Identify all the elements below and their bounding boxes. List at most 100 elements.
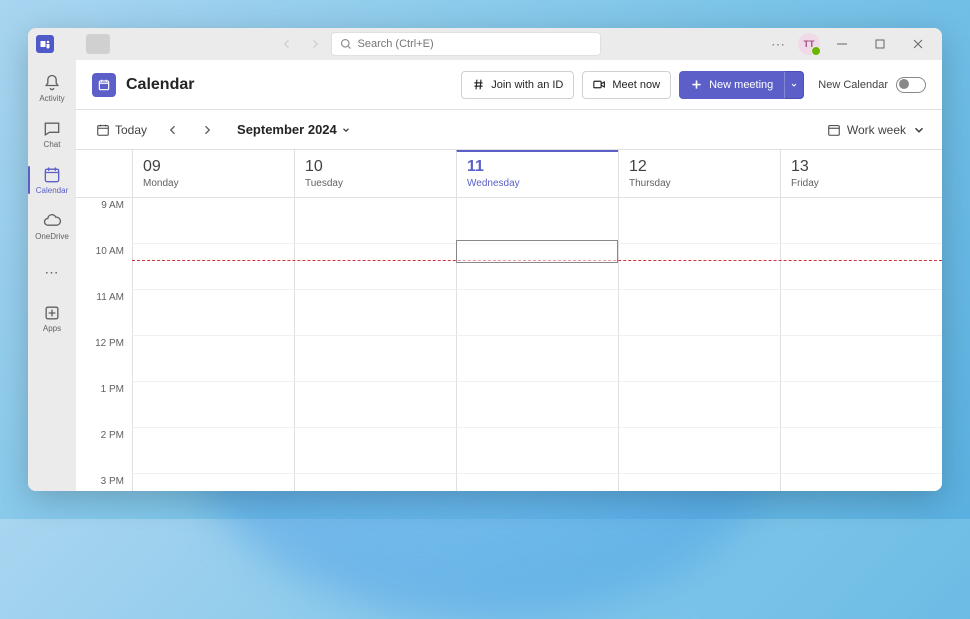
time-body[interactable]: 9 AM10 AM11 AM12 PM1 PM2 PM3 PM xyxy=(76,198,942,491)
day-number: 13 xyxy=(791,158,932,176)
time-slot[interactable] xyxy=(456,198,618,244)
workspace-switcher[interactable] xyxy=(86,34,110,54)
time-slot[interactable] xyxy=(294,198,456,244)
app-rail: Activity Chat Calendar OneDrive ⋯ Apps xyxy=(28,60,76,491)
time-slot[interactable] xyxy=(132,336,294,382)
view-label: Work week xyxy=(847,123,906,137)
calendar-icon xyxy=(42,165,62,185)
nav-back-button[interactable] xyxy=(275,32,299,56)
new-calendar-toggle[interactable] xyxy=(896,77,926,93)
maximize-button[interactable] xyxy=(864,32,896,56)
time-slot[interactable] xyxy=(618,244,780,290)
day-name: Friday xyxy=(791,178,932,189)
new-meeting-button[interactable]: New meeting xyxy=(679,71,784,99)
time-slot[interactable] xyxy=(132,382,294,428)
time-slot[interactable] xyxy=(132,474,294,491)
today-label: Today xyxy=(115,123,147,137)
search-box[interactable] xyxy=(331,32,601,56)
time-slot[interactable] xyxy=(294,290,456,336)
today-icon xyxy=(96,123,110,137)
time-slot[interactable] xyxy=(294,474,456,491)
month-picker[interactable]: September 2024 xyxy=(237,122,351,137)
day-header[interactable]: 13 Friday xyxy=(780,150,942,197)
time-slot[interactable] xyxy=(132,198,294,244)
time-slot[interactable] xyxy=(456,474,618,491)
titlebar-more-button[interactable]: ⋯ xyxy=(765,32,792,57)
time-row: 9 AM xyxy=(76,198,942,244)
avatar[interactable]: TT xyxy=(798,33,820,55)
time-slot[interactable] xyxy=(456,382,618,428)
rail-label: Calendar xyxy=(36,186,68,195)
time-slot[interactable] xyxy=(132,428,294,474)
day-header[interactable]: 09Monday xyxy=(132,150,294,197)
chevron-down-icon xyxy=(790,81,798,89)
day-header[interactable]: 10Tuesday xyxy=(294,150,456,197)
time-slot[interactable] xyxy=(132,244,294,290)
time-slot[interactable] xyxy=(456,428,618,474)
time-row: 2 PM xyxy=(76,428,942,474)
rail-calendar[interactable]: Calendar xyxy=(28,158,76,202)
new-meeting-dropdown[interactable] xyxy=(784,71,804,99)
time-slot[interactable] xyxy=(780,474,942,491)
time-slot[interactable] xyxy=(618,198,780,244)
more-dots-icon: ⋯ xyxy=(45,264,60,281)
rail-apps[interactable]: Apps xyxy=(28,296,76,340)
time-slot[interactable] xyxy=(294,428,456,474)
close-button[interactable] xyxy=(902,32,934,56)
time-row: 3 PM xyxy=(76,474,942,491)
rail-activity[interactable]: Activity xyxy=(28,66,76,110)
time-slot[interactable] xyxy=(618,382,780,428)
bell-icon xyxy=(42,73,62,93)
day-number: 10 xyxy=(305,158,446,176)
time-label: 10 AM xyxy=(76,244,132,290)
time-slot[interactable] xyxy=(780,290,942,336)
time-slot[interactable] xyxy=(294,336,456,382)
calendar-grid: 09Monday10Tuesday11Wednesday12Thursday13… xyxy=(76,150,942,491)
time-slot[interactable] xyxy=(618,428,780,474)
time-slot[interactable] xyxy=(780,244,942,290)
time-row: 12 PM xyxy=(76,336,942,382)
time-slot[interactable] xyxy=(780,428,942,474)
selected-time-slot[interactable] xyxy=(456,240,618,263)
rail-chat[interactable]: Chat xyxy=(28,112,76,156)
time-slot[interactable] xyxy=(618,336,780,382)
join-with-id-button[interactable]: Join with an ID xyxy=(461,71,574,99)
day-header[interactable]: 12Thursday xyxy=(618,150,780,197)
page-title: Calendar xyxy=(126,76,194,94)
day-name: Wednesday xyxy=(467,178,608,189)
time-slot[interactable] xyxy=(780,198,942,244)
time-slot[interactable] xyxy=(132,290,294,336)
teams-logo-icon xyxy=(36,35,54,53)
time-slot[interactable] xyxy=(780,382,942,428)
nav-forward-button[interactable] xyxy=(303,32,327,56)
search-input[interactable] xyxy=(358,38,592,50)
calendar-app-icon xyxy=(92,73,116,97)
day-headers: 09Monday10Tuesday11Wednesday12Thursday13… xyxy=(76,150,942,198)
today-button[interactable]: Today xyxy=(92,119,151,141)
time-slot[interactable] xyxy=(618,474,780,491)
next-week-button[interactable] xyxy=(195,118,219,142)
rail-label: OneDrive xyxy=(35,232,69,241)
view-picker[interactable]: Work week xyxy=(827,123,926,137)
chat-icon xyxy=(42,119,62,139)
time-slot[interactable] xyxy=(456,336,618,382)
prev-week-button[interactable] xyxy=(161,118,185,142)
time-label: 12 PM xyxy=(76,336,132,382)
time-label: 1 PM xyxy=(76,382,132,428)
time-slot[interactable] xyxy=(618,290,780,336)
meet-now-button[interactable]: Meet now xyxy=(582,71,671,99)
hash-icon xyxy=(472,78,485,91)
rail-onedrive[interactable]: OneDrive xyxy=(28,204,76,248)
chevron-down-icon xyxy=(912,123,926,137)
time-slot[interactable] xyxy=(294,382,456,428)
month-label-text: September 2024 xyxy=(237,122,337,137)
time-slot[interactable] xyxy=(294,244,456,290)
minimize-button[interactable] xyxy=(826,32,858,56)
rail-more[interactable]: ⋯ xyxy=(28,250,76,294)
chevron-down-icon xyxy=(341,125,351,135)
time-slot[interactable] xyxy=(456,290,618,336)
teams-window: ⋯ TT Activity Chat Calendar OneDrive xyxy=(28,28,942,491)
day-header[interactable]: 11Wednesday xyxy=(456,150,618,197)
time-label: 2 PM xyxy=(76,428,132,474)
time-slot[interactable] xyxy=(780,336,942,382)
